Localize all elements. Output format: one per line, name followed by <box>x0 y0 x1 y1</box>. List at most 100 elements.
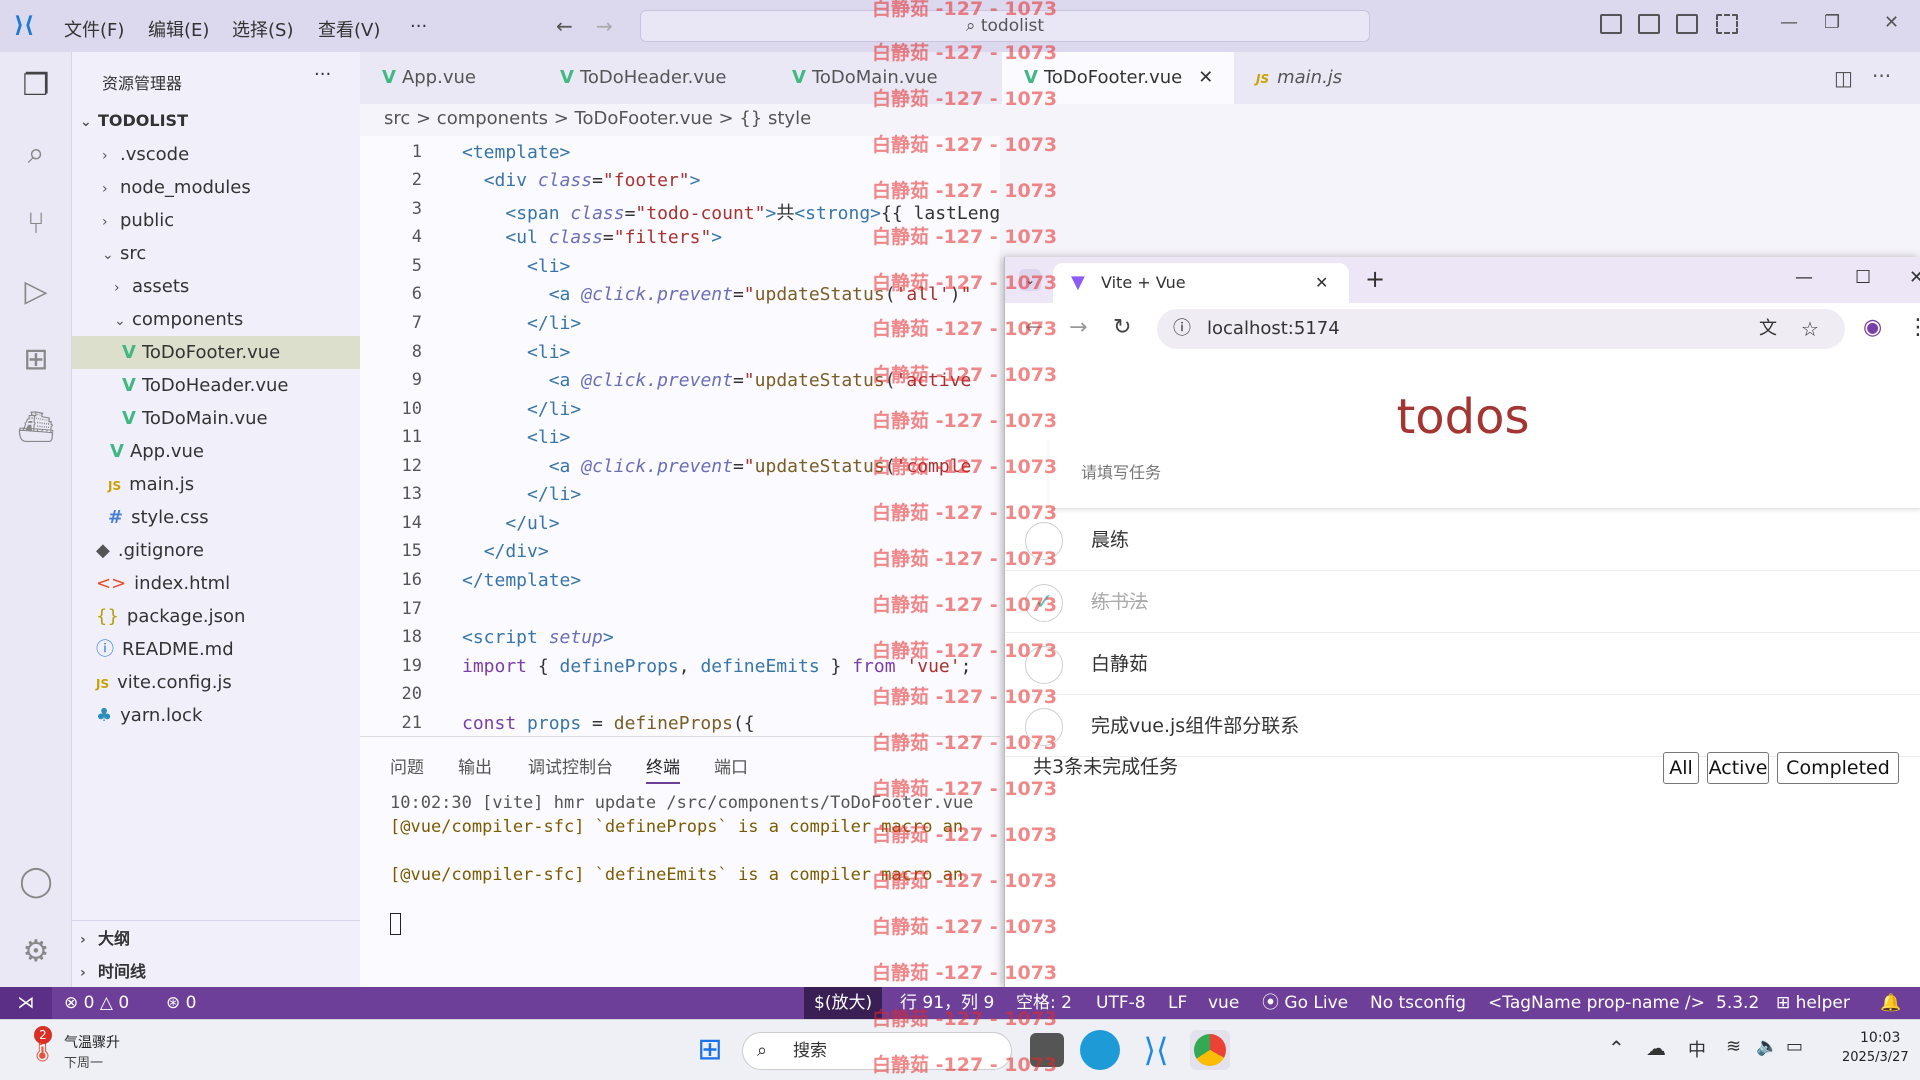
restore-icon[interactable]: ❐ <box>1824 12 1840 33</box>
eol[interactable]: LF <box>1168 987 1187 1019</box>
weather-title[interactable]: 气温骤升 <box>64 1032 120 1052</box>
new-todo-input[interactable]: 请填写任务 <box>1049 437 1920 509</box>
vscode-app-icon[interactable]: ⟩⟨ <box>1136 1030 1176 1070</box>
vue-version[interactable]: 5.3.2 <box>1716 987 1759 1019</box>
file-yarn-lock[interactable]: ♣ yarn.lock <box>96 699 202 732</box>
filter-active-button[interactable]: Active <box>1707 752 1769 784</box>
tagname-style[interactable]: <TagName prop-name /> <box>1488 987 1705 1019</box>
settings-gear-icon[interactable]: ⚙ <box>16 932 56 972</box>
more-actions-icon[interactable]: ··· <box>1872 64 1891 88</box>
file-index-html[interactable]: <> index.html <box>96 567 230 600</box>
breadcrumb[interactable]: src > components > ToDoFooter.vue > {} s… <box>384 108 811 129</box>
forward-arrow-icon[interactable]: → <box>596 14 613 38</box>
back-arrow-icon[interactable]: ← <box>556 14 573 38</box>
workspace-root[interactable]: ⌄ TODOLIST <box>80 104 360 137</box>
close-tab-icon[interactable]: ✕ <box>1315 263 1328 303</box>
folder-node-modules[interactable]: › node_modules <box>102 171 251 204</box>
site-info-icon[interactable]: ⓘ <box>1173 309 1191 349</box>
docker-icon[interactable]: ⛴ <box>16 408 56 448</box>
encoding[interactable]: UTF-8 <box>1096 987 1146 1019</box>
browser-menu-icon[interactable]: ⋮ <box>1907 315 1920 340</box>
helper[interactable]: ⊞ helper <box>1776 987 1850 1019</box>
problems-indicator[interactable]: ⊗ 0 △ 0 <box>64 987 129 1019</box>
toggle-panel-icon[interactable] <box>1638 14 1660 34</box>
wifi-icon[interactable]: ≋ <box>1726 1036 1741 1057</box>
panel-tab-ports[interactable]: 端口 <box>714 753 748 778</box>
onedrive-icon[interactable]: ☁ <box>1646 1036 1666 1060</box>
panel-tab-debug-console[interactable]: 调试控制台 <box>528 753 613 778</box>
todo-text[interactable]: 练书法 <box>1091 571 1148 633</box>
source-control-icon[interactable]: ⑂ <box>16 204 56 244</box>
new-tab-icon[interactable]: + <box>1365 265 1385 293</box>
file-todoheader[interactable]: V ToDoHeader.vue <box>122 369 289 402</box>
terminal-cursor[interactable] <box>390 913 401 935</box>
bookmark-star-icon[interactable]: ☆ <box>1801 309 1819 349</box>
battery-icon[interactable]: ▭ <box>1786 1036 1803 1057</box>
todo-text[interactable]: 晨练 <box>1091 509 1129 571</box>
outline-section[interactable]: › 大纲 <box>80 922 130 955</box>
file-gitignore[interactable]: ◆ .gitignore <box>96 534 204 567</box>
folder-vscode[interactable]: › .vscode <box>102 138 189 171</box>
account-icon[interactable]: ◯ <box>16 862 56 902</box>
menu-selection[interactable]: 选择(S) <box>232 16 293 42</box>
explorer-more-icon[interactable]: ··· <box>314 64 331 85</box>
customize-layout-icon[interactable] <box>1716 14 1738 34</box>
maximize-icon[interactable]: ☐ <box>1855 267 1871 288</box>
tab-todoheader[interactable]: V ToDoHeader.vue <box>538 52 770 104</box>
run-debug-icon[interactable]: ▷ <box>16 272 56 312</box>
panel-tab-output[interactable]: 输出 <box>458 753 492 778</box>
profile-icon[interactable]: ◉ <box>1863 315 1882 340</box>
menu-more[interactable]: ··· <box>410 16 427 37</box>
file-package-json[interactable]: {} package.json <box>96 600 245 633</box>
file-todomain[interactable]: V ToDoMain.vue <box>122 402 268 435</box>
menu-view[interactable]: 查看(V) <box>318 16 380 42</box>
folder-public[interactable]: › public <box>102 204 174 237</box>
go-live[interactable]: ⦿ Go Live <box>1262 987 1348 1019</box>
folder-src[interactable]: ⌄ src <box>102 237 146 270</box>
file-app-vue[interactable]: V App.vue <box>110 435 204 468</box>
zoom-indicator[interactable]: $(放大) <box>804 987 883 1019</box>
ports-indicator[interactable]: ⊛ 0 <box>166 987 196 1019</box>
search-icon[interactable]: ⌕ <box>16 134 56 174</box>
notifications-bell-icon[interactable]: 🔔 <box>1880 987 1901 1019</box>
extensions-icon[interactable]: ⊞ <box>16 340 56 380</box>
file-readme[interactable]: ⓘ README.md <box>96 633 234 666</box>
panel-tab-terminal[interactable]: 终端 <box>646 753 680 784</box>
file-style-css[interactable]: # style.css <box>108 501 209 534</box>
ime-indicator[interactable]: 中 <box>1688 1036 1706 1062</box>
menu-file[interactable]: 文件(F) <box>64 16 124 42</box>
chevron-up-icon[interactable]: ⌃ <box>1608 1036 1625 1060</box>
tab-main-js[interactable]: JS main.js <box>1234 52 1454 104</box>
tsconfig[interactable]: No tsconfig <box>1370 987 1466 1019</box>
file-todofooter[interactable]: V ToDoFooter.vue <box>72 336 360 369</box>
todo-text[interactable]: 白静茹 <box>1091 633 1148 695</box>
volume-icon[interactable]: 🔈 <box>1756 1036 1778 1057</box>
filter-completed-button[interactable]: Completed <box>1777 752 1899 784</box>
remote-icon[interactable]: ⋊ <box>0 987 52 1019</box>
tab-app-vue[interactable]: V App.vue <box>360 52 538 104</box>
close-icon[interactable]: ✕ <box>1884 12 1899 33</box>
url-input[interactable]: ⓘ localhost:5174 文 ☆ <box>1157 309 1845 349</box>
reload-icon[interactable]: ↻ <box>1113 315 1131 340</box>
close-icon[interactable]: ✕ <box>1909 267 1920 288</box>
split-editor-icon[interactable]: ◫ <box>1834 66 1853 90</box>
timeline-section[interactable]: › 时间线 <box>80 955 146 988</box>
toggle-secondary-sidebar-icon[interactable] <box>1676 14 1698 34</box>
file-vite-config[interactable]: JS vite.config.js <box>96 666 232 699</box>
explorer-icon[interactable]: ❐ <box>16 66 56 106</box>
minimize-icon[interactable]: — <box>1795 267 1813 288</box>
windows-start-icon[interactable]: ⊞ <box>690 1030 730 1070</box>
forward-arrow-icon[interactable]: → <box>1069 315 1087 340</box>
filter-all-button[interactable]: All <box>1663 752 1699 784</box>
menu-edit[interactable]: 编辑(E) <box>148 16 209 42</box>
folder-assets[interactable]: › assets <box>114 270 189 303</box>
chrome-app-icon[interactable] <box>1190 1030 1230 1070</box>
toggle-sidebar-icon[interactable] <box>1600 14 1622 34</box>
browser-tab[interactable]: ▼ Vite + Vue ✕ <box>1053 263 1349 303</box>
folder-components[interactable]: ⌄ components <box>114 303 243 336</box>
file-main-js[interactable]: JS main.js <box>108 468 194 501</box>
panel-tab-problems[interactable]: 问题 <box>390 753 424 778</box>
edge-browser-icon[interactable] <box>1080 1030 1120 1070</box>
translate-icon[interactable]: 文 <box>1759 309 1777 349</box>
language-mode[interactable]: vue <box>1208 987 1239 1019</box>
